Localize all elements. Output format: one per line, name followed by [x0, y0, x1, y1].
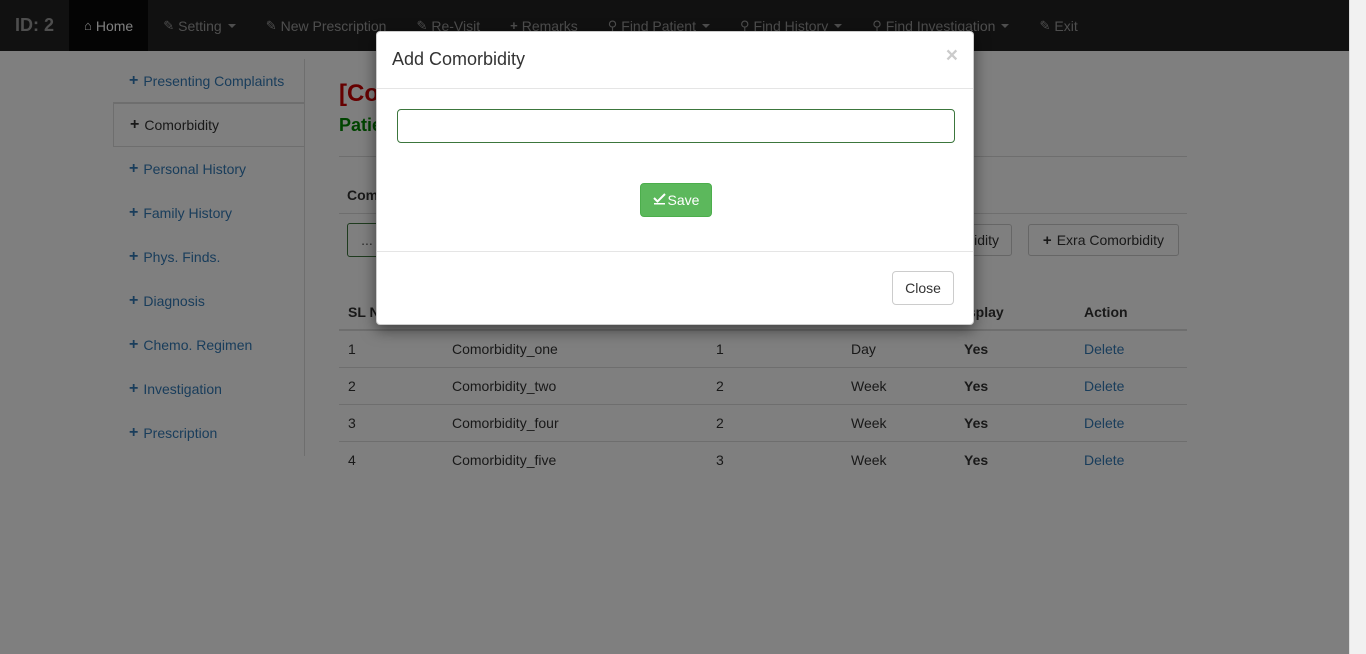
comorbidity-name-input[interactable]: [397, 109, 955, 143]
close-icon[interactable]: ×: [946, 44, 958, 68]
close-button[interactable]: Close: [892, 271, 954, 305]
modal-header: Add Comorbidity ×: [377, 32, 973, 89]
save-check-icon: [652, 192, 666, 208]
modal-title: Add Comorbidity: [392, 49, 526, 69]
modal-body: Save: [377, 89, 973, 252]
page-scrollbar[interactable]: [1349, 0, 1366, 654]
save-button[interactable]: Save: [640, 183, 712, 217]
modal-footer: Close: [377, 252, 973, 324]
add-comorbidity-modal: Add Comorbidity × Save Close: [376, 31, 974, 325]
save-button-label: Save: [667, 192, 700, 208]
